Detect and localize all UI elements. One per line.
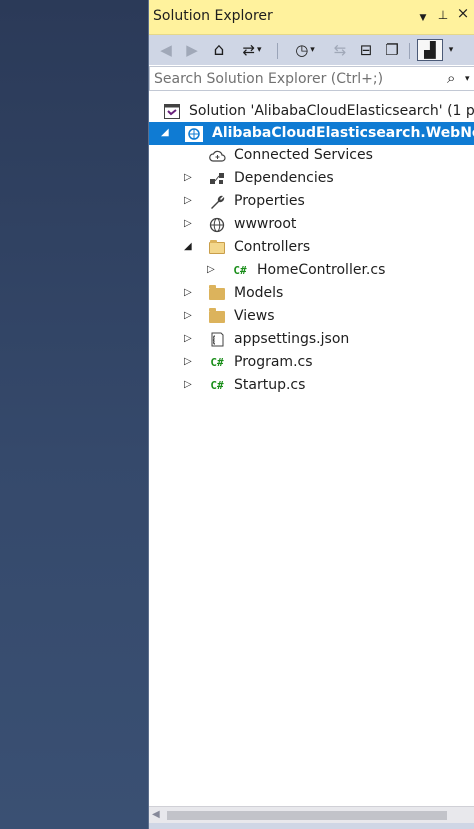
editor-background bbox=[0, 0, 148, 829]
horizontal-scrollbar[interactable]: ◀ bbox=[149, 806, 474, 824]
switch-views-button[interactable]: ⇄ ▾ bbox=[235, 39, 269, 61]
collapsed-arrow-icon[interactable]: ▷ bbox=[184, 171, 194, 185]
tree-row-appsettings[interactable]: ▷ appsettings.json bbox=[149, 328, 474, 351]
collapsed-arrow-icon[interactable]: ▷ bbox=[184, 217, 194, 231]
folder-icon bbox=[208, 307, 226, 325]
tree-row-connected-services[interactable]: Connected Services bbox=[149, 144, 474, 167]
csharp-file-icon: C# bbox=[210, 356, 224, 369]
search-icon[interactable]: ⌕ bbox=[447, 69, 455, 87]
solution-explorer-toolbar: ◀ ▶ ⌂ ⇄ ▾ ◷ ▾ ⇆ ⊟ ❐ ▟ ▾ bbox=[149, 35, 474, 65]
chevron-down-icon: ▾ bbox=[310, 45, 315, 55]
window-position-dropdown-icon[interactable]: ▼ bbox=[415, 10, 431, 26]
csharp-file-icon: C# bbox=[233, 264, 247, 277]
show-all-files-icon[interactable]: ❐ bbox=[383, 39, 401, 61]
tree-row-views[interactable]: ▷ Views bbox=[149, 305, 474, 328]
tree-row-properties[interactable]: ▷ Properties bbox=[149, 190, 474, 213]
search-input[interactable] bbox=[152, 69, 436, 88]
cloud-icon bbox=[208, 147, 226, 164]
tree-item-label: HomeController.cs bbox=[257, 262, 386, 278]
expanded-arrow-icon[interactable]: ◢ bbox=[161, 126, 171, 140]
toolbar-separator bbox=[277, 43, 278, 59]
collapsed-arrow-icon[interactable]: ▷ bbox=[184, 332, 194, 346]
tree-row-startup[interactable]: ▷ C# Startup.cs bbox=[149, 374, 474, 397]
preview-selected-button[interactable]: ▟ bbox=[417, 39, 443, 61]
tree-item-label: Program.cs bbox=[234, 354, 313, 370]
pending-changes-filter-button[interactable]: ◷ ▾ bbox=[287, 39, 323, 61]
clock-icon: ◷ bbox=[295, 41, 309, 59]
tree-row-program[interactable]: ▷ C# Program.cs bbox=[149, 351, 474, 374]
scrollbar-thumb[interactable] bbox=[167, 811, 447, 820]
panel-title: Solution Explorer bbox=[153, 8, 273, 24]
toolbar-separator bbox=[409, 43, 410, 59]
back-icon[interactable]: ◀ bbox=[157, 39, 175, 61]
chevron-down-icon: ▾ bbox=[257, 45, 262, 55]
tree-item-label: Controllers bbox=[234, 239, 311, 255]
json-file-icon bbox=[208, 331, 226, 348]
expanded-arrow-icon[interactable]: ◢ bbox=[184, 240, 194, 254]
tree-item-label: Startup.cs bbox=[234, 377, 306, 393]
switch-views-icon: ⇄ bbox=[242, 41, 256, 59]
preview-icon: ▟ bbox=[424, 41, 436, 59]
close-icon[interactable]: × bbox=[455, 5, 471, 21]
panel-title-bar: Solution Explorer ▼ ⊥ × bbox=[149, 0, 474, 35]
collapsed-arrow-icon[interactable]: ▷ bbox=[184, 309, 194, 323]
csharp-file-icon: C# bbox=[210, 379, 224, 392]
collapsed-arrow-icon[interactable]: ▷ bbox=[184, 355, 194, 369]
tree-row-dependencies[interactable]: ▷ Dependencies bbox=[149, 167, 474, 190]
tree-row-solution[interactable]: Solution 'AlibabaCloudElasticsearch' (1 … bbox=[149, 100, 474, 123]
tree-item-label: wwwroot bbox=[234, 216, 297, 232]
project-label: AlibabaCloudElasticsearch.WebNetCore bbox=[212, 125, 474, 141]
scroll-left-icon[interactable]: ◀ bbox=[152, 809, 160, 820]
tree-row-controllers[interactable]: ◢ Controllers bbox=[149, 236, 474, 259]
tree-item-label: Connected Services bbox=[234, 147, 373, 163]
collapsed-arrow-icon[interactable]: ▷ bbox=[207, 263, 217, 277]
solution-explorer-panel: Solution Explorer ▼ ⊥ × ◀ ▶ ⌂ ⇄ ▾ ◷ ▾ ⇆ … bbox=[148, 0, 474, 829]
home-icon[interactable]: ⌂ bbox=[209, 39, 229, 61]
tree-item-label: Models bbox=[234, 285, 284, 301]
collapsed-arrow-icon[interactable]: ▷ bbox=[184, 194, 194, 208]
web-project-icon bbox=[185, 125, 203, 142]
collapsed-arrow-icon[interactable]: ▷ bbox=[184, 378, 194, 392]
tree-item-label: Views bbox=[234, 308, 275, 324]
pin-icon[interactable]: ⊥ bbox=[435, 7, 451, 23]
forward-icon[interactable]: ▶ bbox=[183, 39, 201, 61]
tree-row-homecontroller[interactable]: ▷ C# HomeController.cs bbox=[149, 259, 474, 282]
tree-item-label: appsettings.json bbox=[234, 331, 350, 347]
tree-row-wwwroot[interactable]: ▷ wwwroot bbox=[149, 213, 474, 236]
collapsed-arrow-icon[interactable]: ▷ bbox=[184, 286, 194, 300]
solution-label: Solution 'AlibabaCloudElasticsearch' (1 … bbox=[189, 103, 474, 119]
tree-item-label: Dependencies bbox=[234, 170, 334, 186]
tree-row-project[interactable]: ◢ AlibabaCloudElasticsearch.WebNetCore bbox=[149, 122, 474, 145]
panel-bottom-strip bbox=[149, 823, 474, 829]
wrench-icon bbox=[208, 193, 226, 210]
globe-icon bbox=[208, 216, 226, 233]
sync-icon[interactable]: ⇆ bbox=[331, 39, 349, 61]
open-folder-icon bbox=[208, 239, 226, 256]
tree-item-label: Properties bbox=[234, 193, 305, 209]
collapse-all-icon[interactable]: ⊟ bbox=[357, 39, 375, 61]
chevron-down-icon[interactable]: ▾ bbox=[445, 39, 457, 61]
tree-row-models[interactable]: ▷ Models bbox=[149, 282, 474, 305]
solution-icon bbox=[163, 103, 181, 120]
dependencies-icon bbox=[208, 170, 226, 187]
search-box: ⌕ ▾ bbox=[149, 66, 474, 91]
folder-icon bbox=[208, 284, 226, 302]
search-options-dropdown-icon[interactable]: ▾ bbox=[465, 74, 470, 84]
